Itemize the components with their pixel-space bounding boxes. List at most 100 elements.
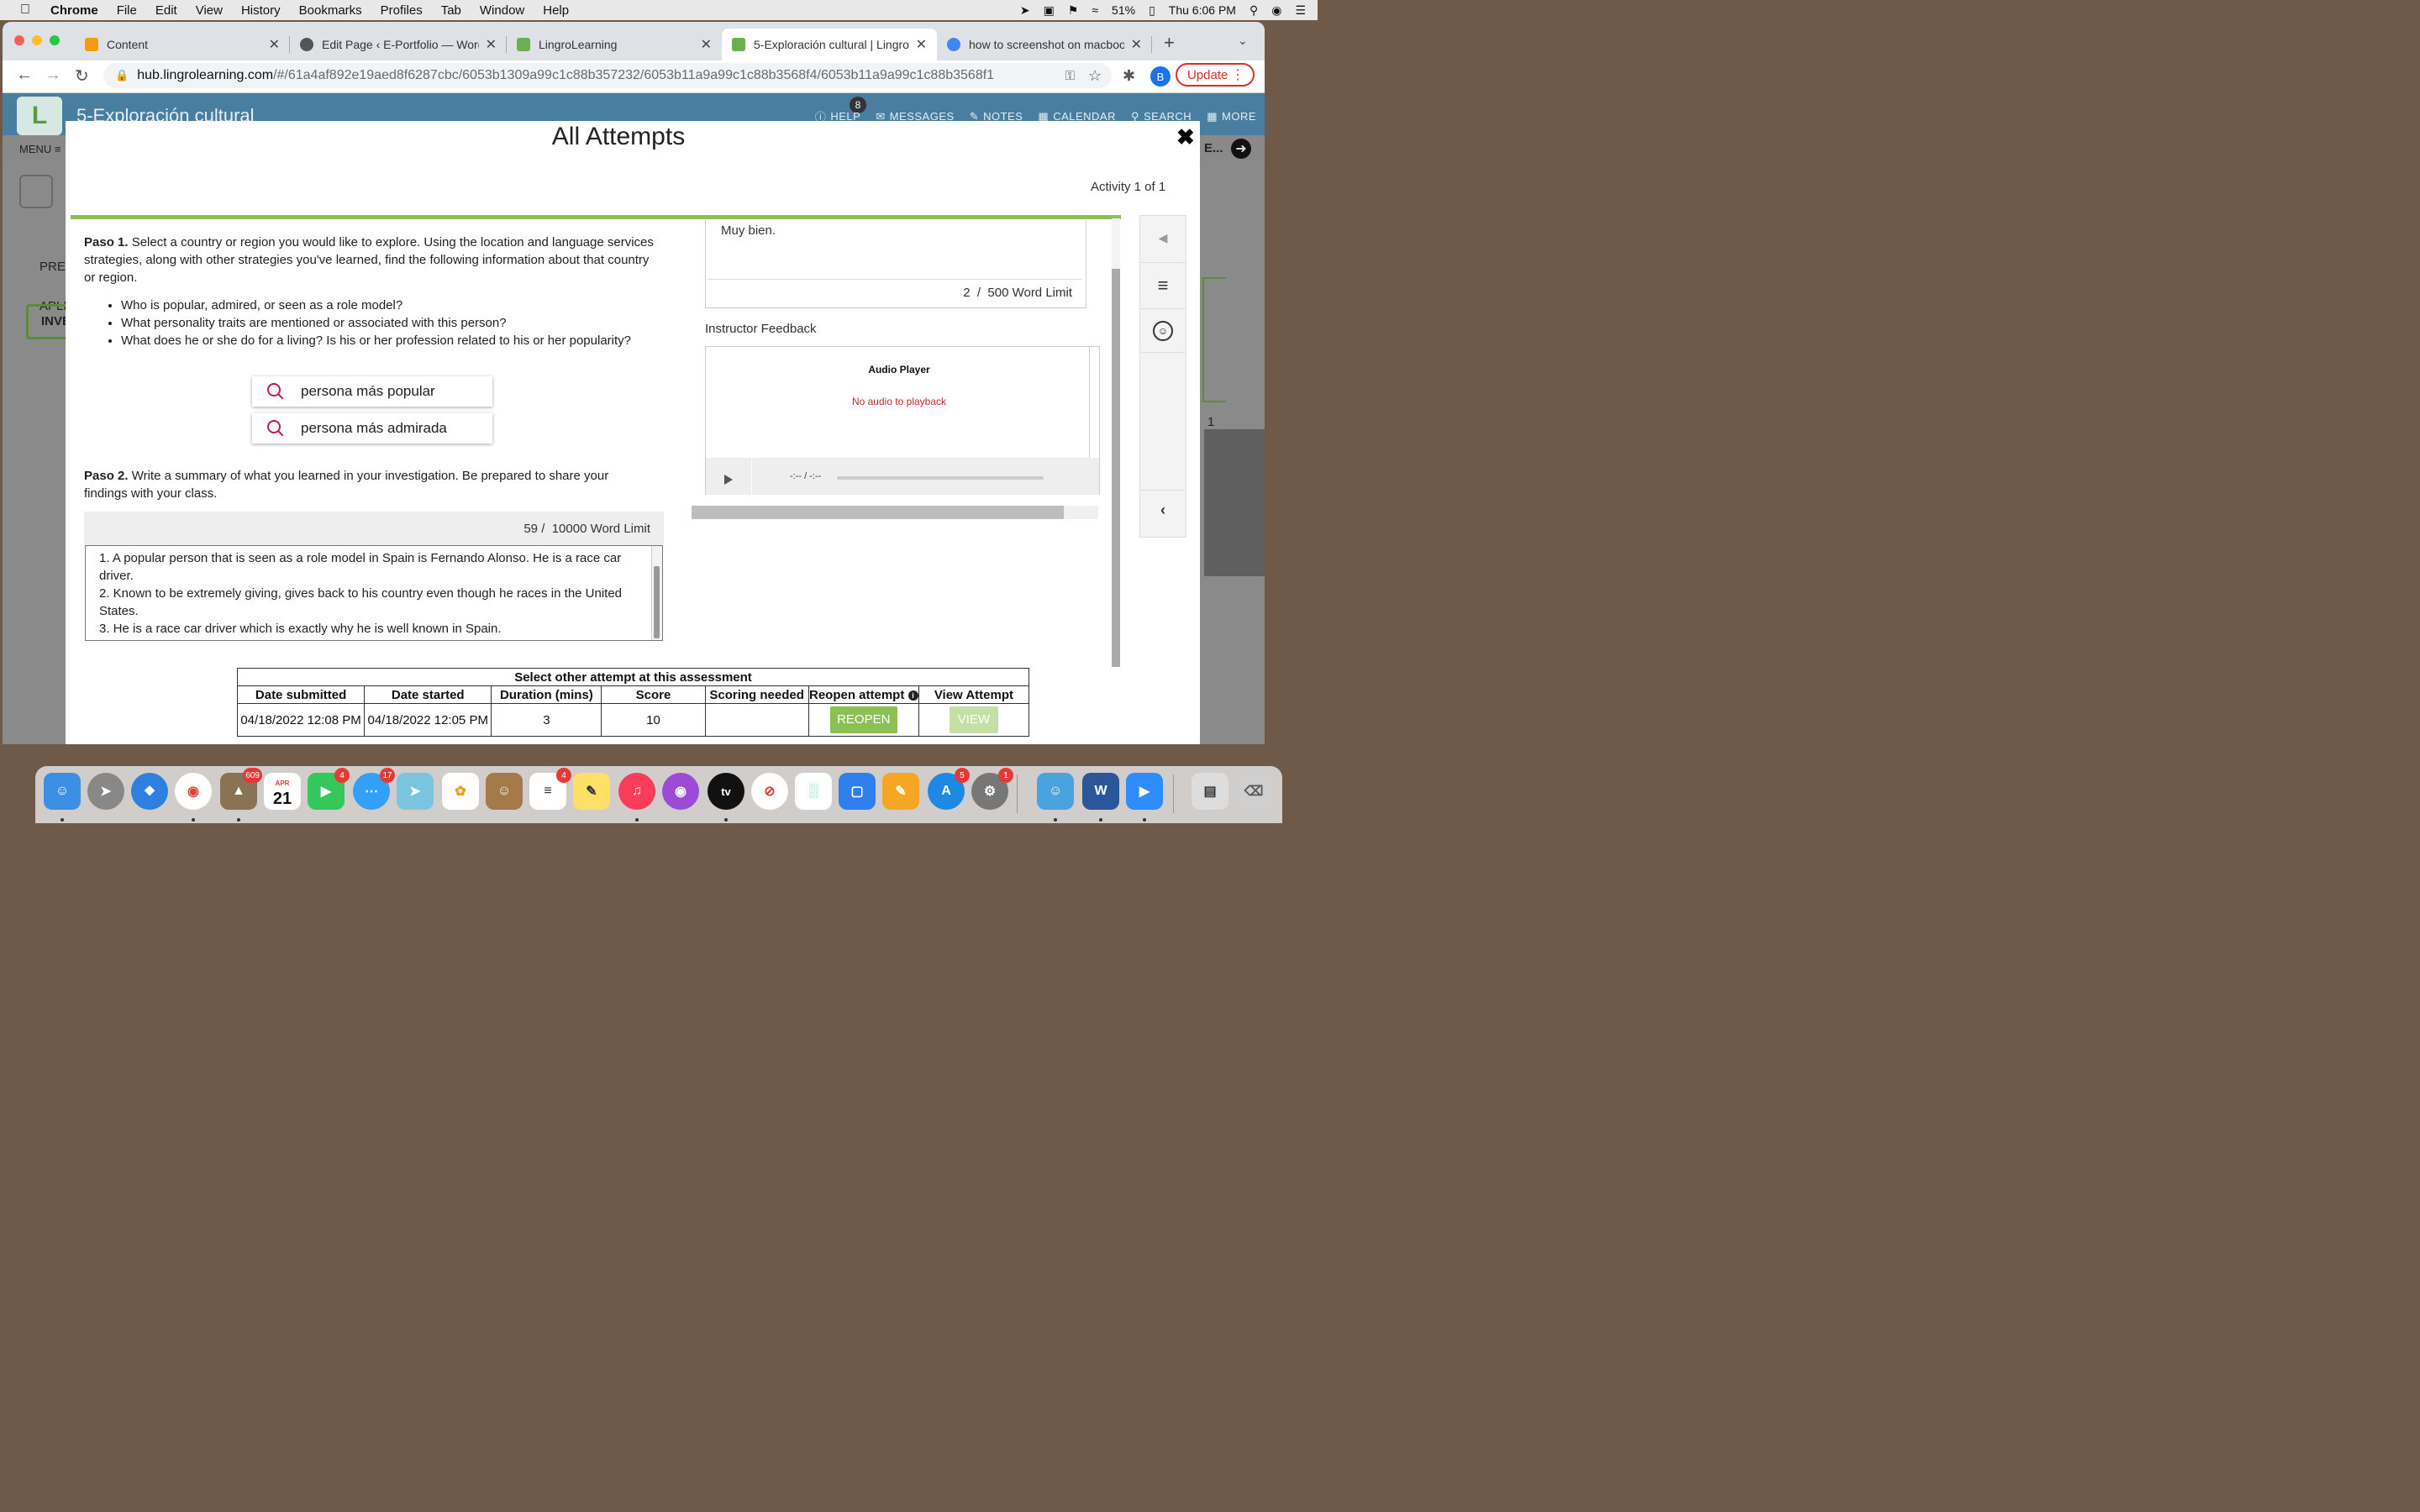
bookmark-star-icon[interactable]: ☆	[1088, 67, 1102, 85]
news-icon[interactable]: ⊘	[751, 773, 788, 810]
facetime-icon[interactable]: ▶ 4	[308, 768, 350, 810]
tab-label: how to screenshot on macbook	[969, 38, 1124, 51]
chrome-icon[interactable]: ◉	[175, 773, 212, 810]
close-icon[interactable]: ✕	[916, 36, 927, 53]
finder-icon[interactable]: ☺	[44, 773, 81, 810]
menu-tab[interactable]: Tab	[441, 3, 461, 18]
chevron-down-icon[interactable]: ⌄	[1238, 34, 1248, 48]
attempts-table-caption: Select other attempt at this assessment	[237, 668, 1029, 686]
reopen-button[interactable]: REOPEN	[829, 706, 897, 733]
photos-app-icon[interactable]: ▲ 609	[220, 768, 262, 810]
tab-exploracion-cultural[interactable]: 5-Exploración cultural | LingroLearning …	[722, 29, 937, 60]
search-chip-popular[interactable]: persona más popular	[252, 376, 492, 407]
profile-avatar[interactable]: B	[1150, 66, 1171, 87]
launchpad-icon[interactable]: ➤	[87, 773, 124, 810]
menu-app-name[interactable]: Chrome	[50, 3, 98, 18]
menu-view[interactable]: View	[196, 3, 223, 18]
pages-icon[interactable]: ✎	[882, 773, 919, 810]
wifi-icon[interactable]: ≈	[1092, 3, 1098, 17]
binoculars-icon[interactable]	[19, 175, 53, 208]
music-icon[interactable]: ♫	[618, 773, 655, 810]
control-center-icon[interactable]: ☰	[1295, 3, 1306, 18]
search-chip-admirada[interactable]: persona más admirada	[252, 413, 492, 444]
lock-icon[interactable]: 🔒	[115, 69, 129, 82]
reminders-icon[interactable]: ≡ 4	[529, 768, 571, 810]
numbers-icon[interactable]: ░	[795, 773, 832, 810]
menu-profiles[interactable]: Profiles	[381, 3, 423, 18]
forward-icon[interactable]: →	[45, 66, 61, 85]
spotlight-icon[interactable]: ⚲	[1249, 3, 1258, 18]
downloads-folder-icon[interactable]: ▤	[1192, 773, 1228, 810]
hamburger-menu-icon[interactable]: ≡	[1140, 275, 1186, 297]
address-bar[interactable]: 🔒 hub.lingrolearning.com /#/61a4af892e19…	[103, 63, 1112, 88]
update-button[interactable]: Update ⋮	[1176, 63, 1255, 87]
apple-icon[interactable]: 	[0, 3, 50, 18]
new-tab-icon[interactable]: +	[1164, 32, 1175, 54]
menu-window[interactable]: Window	[480, 3, 524, 18]
answer-textarea[interactable]: Muy bien.	[708, 218, 1082, 280]
messages-app-icon[interactable]: ⋯ 17	[353, 768, 395, 810]
summary-scrollbar[interactable]	[651, 546, 662, 640]
battery-percent[interactable]: 51%	[1112, 3, 1135, 17]
chevron-left-icon[interactable]: ‹	[1140, 501, 1186, 519]
flag-icon[interactable]: ⚑	[1068, 3, 1079, 18]
search-term: persona más popular	[301, 383, 435, 399]
zoom-icon[interactable]: ▶	[1126, 773, 1163, 810]
notes-app-icon[interactable]: ✎	[573, 773, 610, 810]
tab-content[interactable]: Content ✕	[75, 29, 290, 60]
system-preferences-icon[interactable]: ⚙ 1	[971, 768, 1013, 810]
photos-icon[interactable]: ✿	[442, 773, 479, 810]
list-item: What personality traits are mentioned or…	[121, 314, 655, 332]
extensions-puzzle-icon[interactable]: ✱	[1123, 67, 1135, 85]
minimize-window-button[interactable]	[32, 35, 42, 45]
tab-lingrolearning[interactable]: LingroLearning ✕	[507, 29, 722, 60]
collapse-left-icon[interactable]: ◀	[1140, 231, 1186, 245]
calendar-app-icon[interactable]: APR 21	[264, 773, 301, 810]
arrow-right-icon[interactable]: ➜	[1231, 139, 1251, 159]
location-icon[interactable]: ➤	[1020, 3, 1030, 18]
trash-icon[interactable]: ⌫	[1235, 773, 1272, 810]
safari-icon[interactable]: ❖	[131, 773, 168, 810]
screen-record-icon[interactable]: ▣	[1044, 3, 1055, 18]
menu-file[interactable]: File	[117, 3, 137, 18]
siri-icon[interactable]: ◉	[1271, 3, 1281, 18]
keynote-icon[interactable]: ▢	[839, 773, 876, 810]
battery-icon[interactable]: ▯	[1149, 3, 1155, 18]
key-icon[interactable]: ⚿	[1065, 69, 1075, 83]
close-icon[interactable]: ✖	[1176, 124, 1195, 150]
lingro-logo[interactable]: L	[17, 97, 62, 135]
accessibility-icon[interactable]: ☺	[1153, 321, 1173, 341]
menu-help[interactable]: Help	[543, 3, 569, 18]
zoom-window-button[interactable]	[50, 35, 60, 45]
tab-screenshot-search[interactable]: how to screenshot on macbook ✕	[937, 29, 1152, 60]
contacts-icon[interactable]: ☺	[486, 773, 523, 810]
audio-progress-track[interactable]	[837, 476, 1044, 480]
menu-toggle[interactable]: MENU ≡	[19, 143, 60, 155]
word-icon[interactable]: W	[1082, 773, 1119, 810]
close-icon[interactable]: ✕	[269, 36, 280, 53]
close-icon[interactable]: ✕	[1131, 36, 1142, 53]
close-window-button[interactable]	[14, 35, 24, 45]
horizontal-scrollbar[interactable]	[692, 506, 1098, 519]
reload-icon[interactable]: ↻	[75, 66, 89, 87]
vertical-scrollbar[interactable]	[1112, 218, 1120, 667]
nav-more[interactable]: ▦ MORE	[1207, 108, 1256, 124]
clock[interactable]: Thu 6:06 PM	[1169, 3, 1236, 17]
close-icon[interactable]: ✕	[486, 36, 497, 53]
col-date-started: Date started	[364, 685, 492, 704]
menu-bookmarks[interactable]: Bookmarks	[299, 3, 362, 18]
podcasts-icon[interactable]: ◉	[662, 773, 699, 810]
back-icon[interactable]: ←	[16, 66, 33, 85]
view-button[interactable]: VIEW	[949, 706, 998, 733]
info-icon[interactable]: i	[908, 690, 918, 701]
maps-icon[interactable]: ➤	[397, 773, 434, 810]
apple-tv-icon[interactable]: tv	[708, 773, 744, 810]
menu-history[interactable]: History	[241, 3, 281, 18]
summary-textarea[interactable]: 1. A popular person that is seen as a ro…	[85, 545, 663, 641]
avatar-app-icon[interactable]: ☺	[1037, 773, 1074, 810]
tab-edit-page[interactable]: Edit Page ‹ E-Portfolio — WordPress ✕	[290, 29, 507, 60]
menu-edit[interactable]: Edit	[155, 3, 177, 18]
close-icon[interactable]: ✕	[701, 36, 712, 53]
play-icon[interactable]	[724, 475, 733, 485]
app-store-icon[interactable]: A5	[928, 768, 970, 810]
